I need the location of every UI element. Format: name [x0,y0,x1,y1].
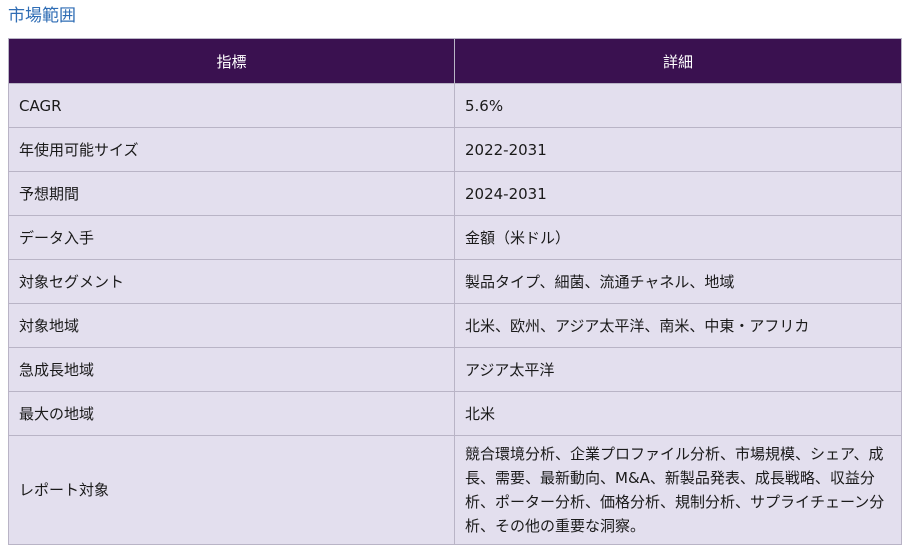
table-row: 対象地域 北米、欧州、アジア太平洋、南米、中東・アフリカ [8,303,902,348]
table-row: 対象セグメント 製品タイプ、細菌、流通チャネル、地域 [8,259,902,304]
table-header-row: 指標 詳細 [8,38,902,84]
row-label-segments: 対象セグメント [8,259,455,304]
row-label-report-coverage: レポート対象 [8,435,455,545]
row-value-years: 2022-2031 [454,127,902,172]
row-value-largest-region: 北米 [454,391,902,436]
table-row: 予想期間 2024-2031 [8,171,902,216]
table-row: データ入手 金額（米ドル） [8,215,902,260]
market-scope-table: 指標 詳細 CAGR 5.6% 年使用可能サイズ 2022-2031 予想期間 … [8,38,902,545]
row-label-fastest-region: 急成長地域 [8,347,455,392]
page: 市場範囲 指標 詳細 CAGR 5.6% 年使用可能サイズ 2022-2031 … [0,0,907,559]
row-value-regions: 北米、欧州、アジア太平洋、南米、中東・アフリカ [454,303,902,348]
table-row: レポート対象 競合環境分析、企業プロファイル分析、市場規模、シェア、成長、需要、… [8,435,902,545]
table-row: 急成長地域 アジア太平洋 [8,347,902,392]
table-row: 最大の地域 北米 [8,391,902,436]
row-label-largest-region: 最大の地域 [8,391,455,436]
row-label-years: 年使用可能サイズ [8,127,455,172]
table-row: 年使用可能サイズ 2022-2031 [8,127,902,172]
row-value-data: 金額（米ドル） [454,215,902,260]
row-label-forecast: 予想期間 [8,171,455,216]
row-value-cagr: 5.6% [454,83,902,128]
row-value-fastest-region: アジア太平洋 [454,347,902,392]
header-detail: 詳細 [454,38,902,84]
row-label-cagr: CAGR [8,83,455,128]
row-label-data: データ入手 [8,215,455,260]
table-row: CAGR 5.6% [8,83,902,128]
section-title: 市場範囲 [8,6,76,26]
header-metric: 指標 [8,38,455,84]
row-value-segments: 製品タイプ、細菌、流通チャネル、地域 [454,259,902,304]
row-value-report-coverage: 競合環境分析、企業プロファイル分析、市場規模、シェア、成長、需要、最新動向、M&… [454,435,902,545]
row-value-forecast: 2024-2031 [454,171,902,216]
row-label-regions: 対象地域 [8,303,455,348]
